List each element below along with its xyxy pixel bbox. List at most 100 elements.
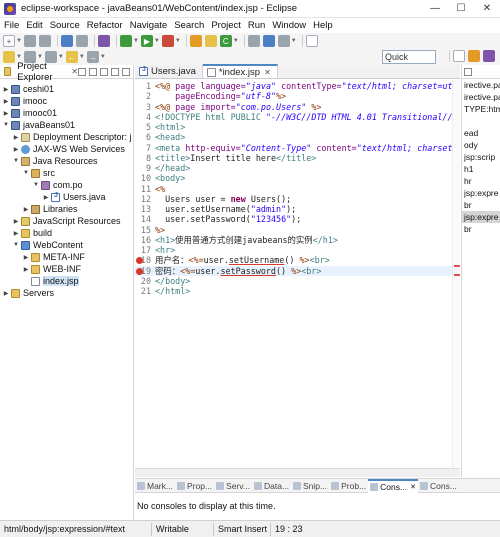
tree-item-meta-inf[interactable]: ▶ META-INF [0,251,133,263]
tree-item-javascript-resources[interactable]: ▶ JavaScript Resources [0,215,133,227]
expand-icon[interactable]: ▶ [22,266,30,273]
tab-servers[interactable]: Serv... [214,479,252,493]
back-icon[interactable]: ← [65,51,78,63]
skip-breakpoints-icon[interactable] [97,35,110,47]
tab-users-java[interactable]: Users.java [135,64,203,78]
menu-search[interactable]: Search [171,20,208,31]
outline-item[interactable]: hr [462,175,500,187]
forward-icon[interactable]: → [86,51,99,63]
java-perspective-icon[interactable] [483,50,495,62]
menu-window[interactable]: Window [269,20,310,31]
external-tools-dropdown-icon[interactable]: ▼ [175,38,181,44]
outline-item[interactable]: br [462,223,500,235]
tree-item-users-java[interactable]: ▶ Users.java [0,191,133,203]
quick-access-field[interactable]: Quick Access [382,50,436,74]
maximize-view-icon[interactable] [122,67,130,76]
menu-run[interactable]: Run [244,20,268,31]
collapse-icon[interactable]: ▼ [32,182,40,188]
tree-item-web-inf[interactable]: ▶ WEB-INF [0,263,133,275]
error-marker-icon[interactable] [136,267,143,275]
tree-item-webcontent[interactable]: ▼ WebContent [0,239,133,251]
link-with-editor-icon[interactable] [89,67,97,76]
tree-item-java-resources[interactable]: ▼ Java Resources [0,155,133,167]
expand-icon[interactable]: ▶ [12,134,20,141]
tree-item-imooc01[interactable]: ▶ imooc01 [0,107,133,119]
outline-item[interactable]: irective.pa [462,79,500,91]
collapse-icon[interactable]: ▼ [12,158,20,164]
annotation-dropdown-icon[interactable]: ▼ [16,54,22,60]
tree-item-build[interactable]: ▶ build [0,227,133,239]
status-insert-mode[interactable]: Smart Insert [214,522,271,536]
outline-item[interactable]: TYPE:htm [462,103,500,115]
outline-item-selected[interactable]: jsp:expre [462,211,500,223]
run-icon[interactable]: ▶ [140,35,153,47]
outline-item[interactable]: ody [462,139,500,151]
tab-index-jsp[interactable]: *index.jsp ✕ [202,64,278,78]
expand-icon[interactable]: ▶ [22,254,30,261]
view-menu-icon[interactable] [100,67,108,76]
menu-help[interactable]: Help [310,20,337,31]
outline-item[interactable]: jsp:expre [462,187,500,199]
tab-snippets[interactable]: Snip... [291,479,329,493]
tree-item-javabeans01[interactable]: ▼ javaBeans01 [0,119,133,131]
external-tools-icon[interactable] [161,35,174,47]
tree-item-index-jsp[interactable]: index.jsp [0,275,133,287]
expand-icon[interactable]: ▶ [12,146,20,153]
new-class-icon[interactable]: C [219,35,232,47]
new-class-dropdown-icon[interactable]: ▼ [233,38,239,44]
new-java-project-icon[interactable] [189,35,202,47]
expand-icon[interactable]: ▶ [2,110,10,117]
java-ee-perspective-icon[interactable] [468,50,480,62]
project-explorer-tab[interactable]: Project Explorer ✕ [0,61,133,83]
view-menu-icon[interactable] [464,67,472,76]
open-type-icon[interactable] [247,35,260,47]
tree-item-src[interactable]: ▼ src [0,167,133,179]
save-all-icon[interactable] [38,35,51,47]
debug-icon[interactable] [119,35,132,47]
tree-item-com-po[interactable]: ▼ com.po [0,179,133,191]
menu-source[interactable]: Source [46,20,83,31]
new-dropdown-icon[interactable]: ▼ [16,38,22,44]
outline-item[interactable]: ead [462,127,500,139]
expand-icon[interactable]: ▶ [42,194,50,201]
error-overview-marker[interactable] [454,265,460,267]
expand-icon[interactable]: ▶ [12,218,20,225]
minimize-view-icon[interactable] [111,67,119,76]
expand-icon[interactable]: ▶ [2,86,10,93]
new-package-icon[interactable] [204,35,217,47]
menu-project[interactable]: Project [208,20,245,31]
collapse-icon[interactable]: ▼ [12,242,20,248]
tab-properties[interactable]: Prop... [175,479,214,493]
menu-refactor[interactable]: Refactor [83,20,126,31]
search-icon[interactable] [277,35,290,47]
maximize-button[interactable]: ☐ [448,0,474,18]
back-dropdown-icon[interactable]: ▼ [79,54,85,60]
outline-item[interactable]: jsp:scrip [462,151,500,163]
outline-item[interactable]: h1 [462,163,500,175]
outline-item[interactable]: br [462,199,500,211]
close-icon[interactable]: ✕ [410,483,416,491]
tree-item-deployment-descriptor[interactable]: ▶ Deployment Descriptor: j [0,131,133,143]
expand-icon[interactable]: ▶ [2,290,10,297]
menu-file[interactable]: File [0,20,23,31]
collapse-all-icon[interactable] [78,67,86,76]
tree-item-jax-ws[interactable]: ▶ JAX-WS Web Services [0,143,133,155]
menu-edit[interactable]: Edit [23,20,46,31]
search-dropdown-icon[interactable]: ▼ [291,38,297,44]
close-icon[interactable]: ✕ [71,67,78,76]
outline-item[interactable]: irective.pa [462,91,500,103]
toggle-mark-occurrences-icon[interactable] [305,35,318,47]
tree-item-libraries[interactable]: ▶ Libraries [0,203,133,215]
tab-markers[interactable]: Mark... [135,479,175,493]
tree-item-ceshi01[interactable]: ▶ ceshi01 [0,83,133,95]
tab-data-source[interactable]: Data... [252,479,291,493]
code-editor[interactable]: 1 <%@ page language="java" contentType="t… [135,79,460,296]
collapse-icon[interactable]: ▼ [22,170,30,176]
close-button[interactable]: ✕ [474,0,500,18]
editor-horizontal-scrollbar[interactable] [135,468,460,477]
tab-console[interactable]: Cons... ✕ [368,478,418,493]
open-perspective-icon[interactable] [453,50,465,62]
expand-icon[interactable]: ▶ [2,98,10,105]
open-web-browser-icon[interactable] [262,35,275,47]
debug-dropdown-icon[interactable]: ▼ [133,38,139,44]
